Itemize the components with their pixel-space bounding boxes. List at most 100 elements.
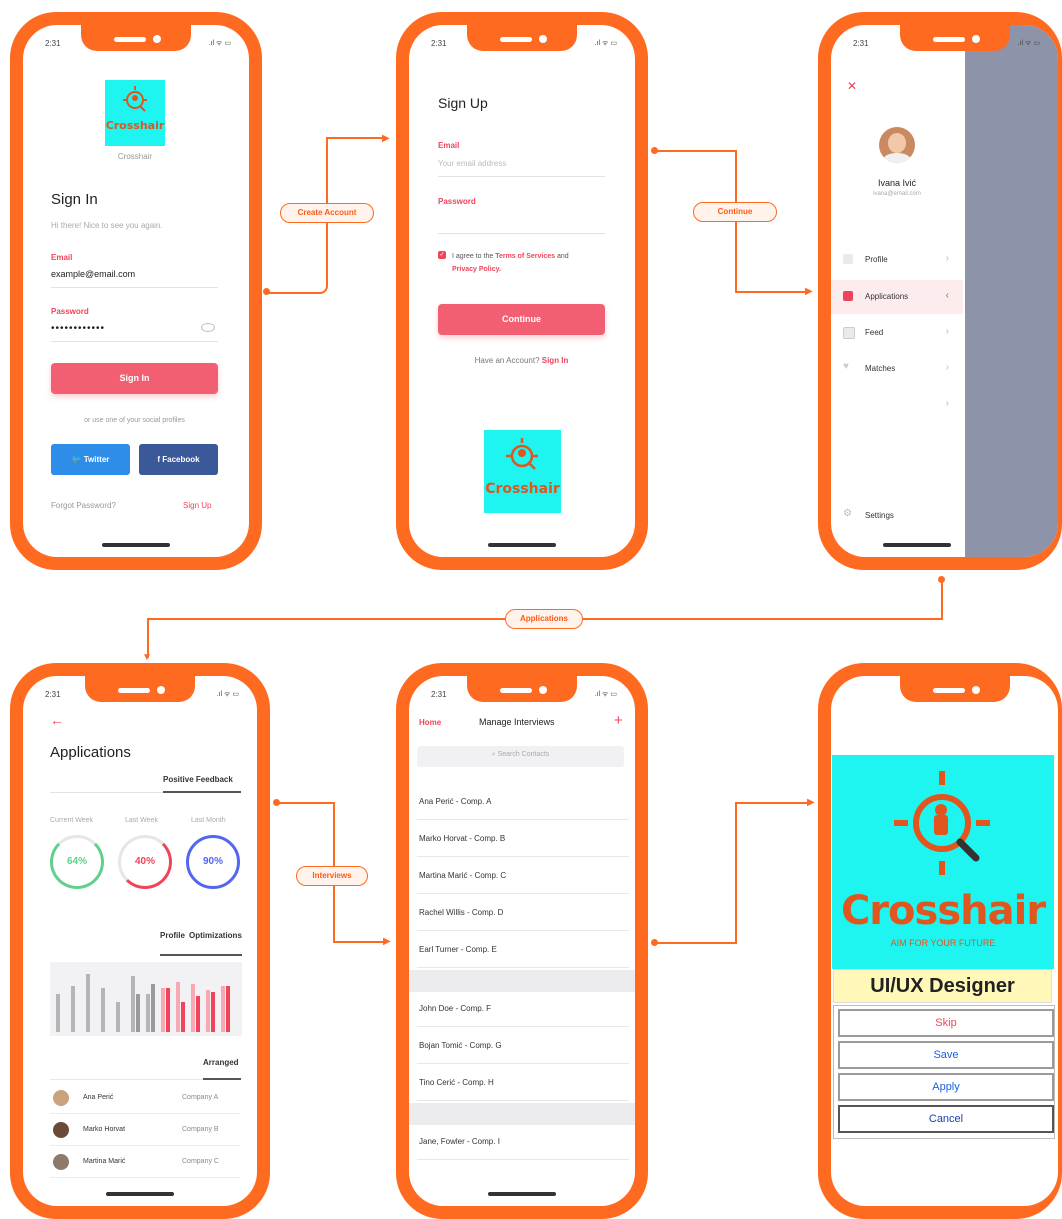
ring-percent: 90% bbox=[202, 856, 223, 867]
interviews-connector-label: Interviews bbox=[296, 866, 368, 886]
chart-bar bbox=[191, 984, 195, 1032]
avatar bbox=[53, 1090, 69, 1106]
email-input[interactable]: Your email address bbox=[438, 159, 506, 168]
chart-bar-highlight bbox=[151, 984, 155, 1032]
back-arrow-icon[interactable]: ← bbox=[50, 712, 64, 728]
privacy-link[interactable]: Privacy Policy. bbox=[452, 266, 501, 273]
applications-icon bbox=[843, 291, 853, 301]
email-label: Email bbox=[51, 253, 73, 262]
tab-arranged[interactable]: Arranged bbox=[203, 1058, 239, 1067]
list-item[interactable]: Ana Perić Company A bbox=[50, 1083, 240, 1114]
continue-connector-label: Continue bbox=[693, 202, 777, 222]
page-title: Manage Interviews bbox=[479, 717, 555, 727]
page-title: Applications bbox=[50, 744, 131, 761]
ring-percent: 64% bbox=[66, 856, 87, 867]
menu-item-blank[interactable]: › bbox=[831, 388, 963, 422]
status-time: 2:31 bbox=[45, 690, 61, 699]
section-divider bbox=[409, 1103, 635, 1125]
list-item[interactable]: John Doe - Comp. F bbox=[417, 990, 629, 1027]
tab-positive-feedback[interactable]: Positive Feedback bbox=[163, 775, 233, 784]
user-email: ivana@email.com bbox=[873, 191, 921, 197]
apply-button[interactable]: Apply bbox=[838, 1073, 1054, 1101]
phone-menu: 2:31 .ıl ᯤ ▭ ✕ Ivana Ivić ivana@email.co… bbox=[818, 12, 1062, 570]
tab-optimizations[interactable]: Optimizations bbox=[189, 931, 242, 940]
list-item[interactable]: Marko Horvat - Comp. B bbox=[417, 820, 629, 857]
chevron-left-icon: ‹ bbox=[945, 290, 949, 301]
list-item-label: Tino Cerić - Comp. H bbox=[419, 1078, 494, 1087]
menu-item-feed[interactable]: Feed › bbox=[831, 316, 963, 350]
chart-bar bbox=[161, 988, 165, 1032]
terms-link[interactable]: Terms of Services bbox=[495, 253, 555, 260]
status-icons: .ıl ᯤ ▭ bbox=[208, 40, 231, 47]
twitter-icon: 🐦 bbox=[71, 455, 84, 464]
chart-bar bbox=[101, 988, 105, 1032]
progress-ring: 64% bbox=[50, 835, 104, 889]
menu-item-profile[interactable]: Profile › bbox=[831, 243, 963, 277]
list-item-label: Rachel Willis - Comp. D bbox=[419, 908, 504, 917]
list-item[interactable]: Bojan Tomić - Comp. G bbox=[417, 1027, 629, 1064]
agree-prefix: I agree to the bbox=[452, 253, 496, 260]
chart-bar bbox=[146, 994, 150, 1032]
list-item[interactable]: Martina Marić - Comp. C bbox=[417, 857, 629, 894]
list-item[interactable]: Jane, Fowler - Comp. I bbox=[417, 1123, 629, 1160]
list-item[interactable]: Tino Cerić - Comp. H bbox=[417, 1064, 629, 1101]
list-item[interactable]: Martina Marić Company C bbox=[50, 1147, 240, 1178]
period-current-week: Current Week bbox=[50, 817, 94, 824]
menu-item-label: Settings bbox=[865, 511, 894, 520]
list-item[interactable]: Earl Turner - Comp. E bbox=[417, 931, 629, 968]
continue-button[interactable]: Continue bbox=[438, 304, 605, 335]
facebook-button[interactable]: f Facebook bbox=[139, 444, 218, 475]
chart-bar-highlight bbox=[136, 994, 140, 1032]
job-role-title: UI/UX Designer bbox=[833, 969, 1052, 1003]
status-time: 2:31 bbox=[431, 690, 447, 699]
logo-wordmark: Crosshair bbox=[105, 119, 165, 132]
sign-in-button[interactable]: Sign In bbox=[51, 363, 218, 394]
list-item[interactable]: Ana Perić - Comp. A bbox=[417, 783, 629, 820]
crosshair-icon bbox=[894, 771, 990, 875]
menu-item-applications[interactable]: Applications ‹ bbox=[831, 280, 963, 314]
list-item-label: Ana Perić - Comp. A bbox=[419, 797, 492, 806]
eye-icon[interactable] bbox=[201, 323, 215, 332]
agree-checkbox[interactable]: ✓ bbox=[438, 251, 446, 259]
overlay-panel[interactable] bbox=[965, 25, 1058, 557]
password-input[interactable] bbox=[438, 233, 605, 234]
email-label: Email bbox=[438, 141, 460, 150]
list-item-label: John Doe - Comp. F bbox=[419, 1004, 492, 1013]
avatar bbox=[53, 1122, 69, 1138]
social-hint: or use one of your social profiles bbox=[84, 417, 185, 424]
agree-text: I agree to the Terms of Services and Pri… bbox=[452, 250, 607, 276]
forgot-password-link[interactable]: Forgot Password? bbox=[51, 501, 116, 510]
home-link[interactable]: Home bbox=[419, 718, 441, 727]
email-field[interactable]: example@email.com bbox=[51, 269, 135, 279]
page-title: Sign In bbox=[51, 191, 98, 208]
save-button[interactable]: Save bbox=[838, 1041, 1054, 1069]
menu-item-settings[interactable]: ⚙ Settings bbox=[831, 499, 963, 533]
close-icon[interactable]: ✕ bbox=[847, 79, 857, 93]
chart-bar bbox=[221, 986, 225, 1032]
sign-up-link[interactable]: Sign Up bbox=[183, 501, 211, 510]
list-item[interactable]: Marko Horvat Company B bbox=[50, 1115, 240, 1146]
list-item-label: Martina Marić - Comp. C bbox=[419, 871, 507, 880]
chevron-right-icon: › bbox=[945, 362, 949, 373]
bar-chart-bars bbox=[56, 970, 236, 1032]
search-bar[interactable]: ⌕ Search Contacts bbox=[417, 746, 624, 767]
have-account-row: Have an Account? Sign In bbox=[438, 356, 605, 365]
facebook-label: Facebook bbox=[162, 455, 200, 464]
period-last-week: Last Week bbox=[125, 817, 158, 824]
status-time: 2:31 bbox=[45, 39, 61, 48]
have-account-text: Have an Account? bbox=[474, 356, 540, 365]
phone-job: Crosshair AIM FOR YOUR FUTURE UI/UX Desi… bbox=[818, 663, 1062, 1219]
add-icon[interactable]: + bbox=[614, 712, 623, 729]
menu-item-matches[interactable]: ♥ Matches › bbox=[831, 352, 963, 386]
chart-bar bbox=[86, 974, 90, 1032]
twitter-button[interactable]: 🐦 Twitter bbox=[51, 444, 130, 475]
search-input[interactable]: Search Contacts bbox=[498, 751, 550, 758]
skip-button[interactable]: Skip bbox=[838, 1009, 1054, 1037]
cancel-button[interactable]: Cancel bbox=[838, 1105, 1054, 1133]
password-field[interactable]: •••••••••••• bbox=[51, 323, 105, 334]
chart-bar bbox=[131, 976, 135, 1032]
tab-profile[interactable]: Profile bbox=[160, 931, 185, 940]
sign-in-link[interactable]: Sign In bbox=[542, 356, 569, 365]
list-item-label: Jane, Fowler - Comp. I bbox=[419, 1137, 500, 1146]
list-item[interactable]: Rachel Willis - Comp. D bbox=[417, 894, 629, 931]
